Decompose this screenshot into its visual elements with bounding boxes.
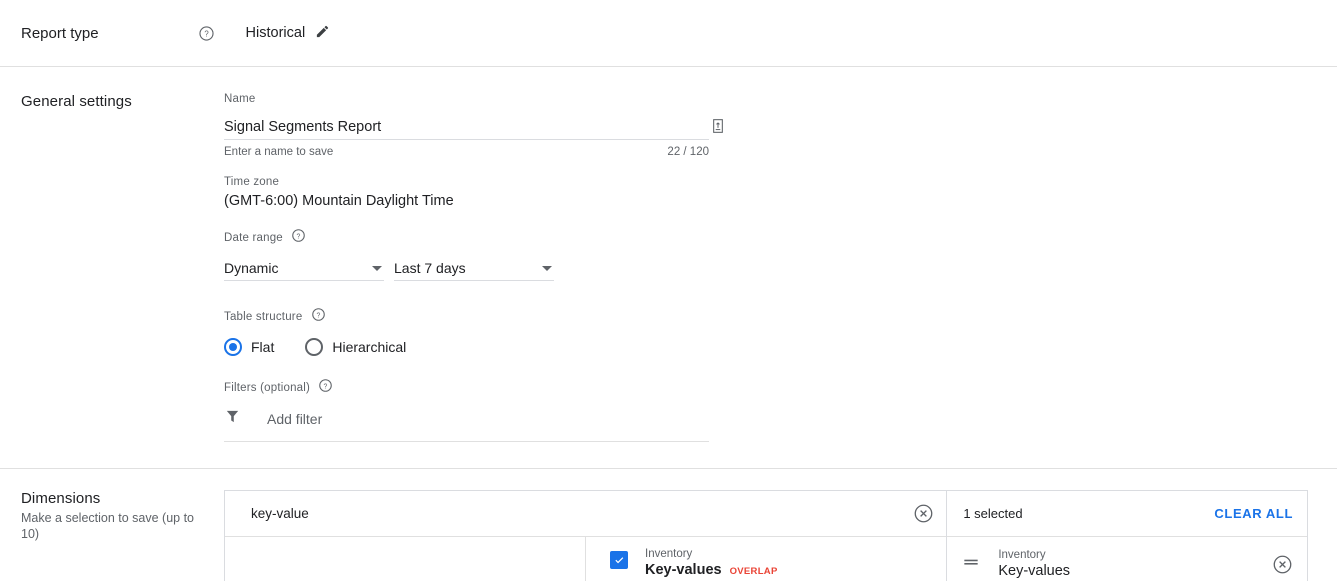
report-type-value-group: Historical bbox=[246, 24, 331, 43]
svg-text:?: ? bbox=[324, 383, 328, 390]
pencil-icon[interactable] bbox=[315, 24, 330, 43]
status-badge: OVERLAP bbox=[730, 566, 778, 577]
save-report-icon[interactable] bbox=[707, 115, 729, 137]
radio-indicator-flat bbox=[224, 338, 242, 356]
dimensions-search-row bbox=[225, 491, 946, 537]
dimensions-heading-col: Dimensions Make a selection to save (up … bbox=[0, 490, 224, 581]
general-settings-section: General settings Name Enter a name to sa… bbox=[0, 67, 1337, 442]
remove-circle-icon[interactable] bbox=[1272, 554, 1293, 575]
radio-option-flat[interactable]: Flat bbox=[224, 338, 274, 356]
list-item-name-row: Key-values OVERLAP bbox=[645, 561, 778, 580]
date-range-period-select[interactable]: Last 7 days bbox=[394, 256, 554, 281]
dimensions-section: Dimensions Make a selection to save (up … bbox=[0, 469, 1337, 581]
help-circle-icon[interactable]: ? bbox=[291, 228, 306, 246]
selected-item-row[interactable]: Inventory Key-values bbox=[947, 537, 1307, 581]
report-type-row: Report type ? Historical bbox=[0, 0, 1337, 66]
radio-option-hierarchical[interactable]: Hierarchical bbox=[305, 338, 406, 356]
dimensions-selected-pane: 1 selected CLEAR ALL Inventory Key-value… bbox=[946, 491, 1307, 581]
general-settings-heading-col: General settings bbox=[0, 93, 224, 442]
clear-all-button[interactable]: CLEAR ALL bbox=[1214, 506, 1293, 521]
dimensions-title: Dimensions bbox=[21, 490, 224, 507]
selected-item-name: Key-values bbox=[998, 562, 1272, 581]
clear-circle-icon[interactable] bbox=[913, 503, 934, 524]
dimensions-picker-panel: Inventory Key-values OVERLAP 1 selected bbox=[224, 490, 1308, 581]
funnel-icon bbox=[224, 408, 241, 430]
help-circle-icon[interactable]: ? bbox=[198, 25, 215, 42]
general-settings-title: General settings bbox=[21, 93, 224, 110]
report-type-label: Report type bbox=[21, 25, 99, 42]
time-zone-label: Time zone bbox=[224, 176, 714, 188]
filters-label: Filters (optional) bbox=[224, 382, 310, 394]
date-range-type-select[interactable]: Dynamic bbox=[224, 256, 384, 281]
name-label: Name bbox=[224, 93, 714, 105]
report-builder-page: Report type ? Historical General setting… bbox=[0, 0, 1337, 581]
selected-item-text: Inventory Key-values bbox=[998, 548, 1272, 581]
drag-handle-icon[interactable] bbox=[961, 552, 981, 577]
add-filter-label: Add filter bbox=[267, 411, 322, 427]
table-structure-label: Table structure bbox=[224, 311, 302, 323]
dimensions-browse-pane: Inventory Key-values OVERLAP bbox=[225, 491, 946, 581]
dimensions-category-column[interactable] bbox=[225, 537, 586, 581]
table-structure-label-row: Table structure ? bbox=[224, 307, 714, 325]
list-item-text: Inventory Key-values OVERLAP bbox=[645, 547, 778, 580]
general-settings-fields: Name Enter a name to save 22 / 120 Time … bbox=[224, 93, 714, 442]
selected-header: 1 selected CLEAR ALL bbox=[947, 491, 1307, 537]
chevron-down-icon bbox=[542, 266, 552, 271]
selected-count: 1 selected bbox=[963, 506, 1022, 521]
radio-label-hierarchical: Hierarchical bbox=[332, 339, 406, 355]
time-zone-value[interactable]: (GMT-6:00) Mountain Daylight Time bbox=[224, 193, 714, 209]
table-structure-radio-group: Flat Hierarchical bbox=[224, 338, 714, 356]
radio-indicator-hierarchical bbox=[305, 338, 323, 356]
dimensions-results-column: Inventory Key-values OVERLAP bbox=[586, 537, 946, 581]
name-helper-text: Enter a name to save bbox=[224, 146, 333, 158]
add-filter-row[interactable]: Add filter bbox=[224, 408, 709, 442]
dimensions-columns: Inventory Key-values OVERLAP bbox=[225, 537, 946, 581]
name-input[interactable] bbox=[224, 119, 654, 139]
name-char-counter: 22 / 120 bbox=[667, 146, 709, 158]
date-range-label: Date range bbox=[224, 232, 283, 244]
chevron-down-icon bbox=[372, 266, 382, 271]
radio-label-flat: Flat bbox=[251, 339, 274, 355]
name-field-wrap bbox=[224, 112, 709, 140]
checkbox-key-values[interactable] bbox=[610, 551, 628, 569]
date-range-label-row: Date range ? bbox=[224, 228, 714, 246]
name-helper-row: Enter a name to save 22 / 120 bbox=[224, 146, 709, 158]
svg-text:?: ? bbox=[316, 312, 320, 319]
svg-text:?: ? bbox=[297, 233, 301, 240]
list-item[interactable]: Inventory Key-values OVERLAP bbox=[586, 537, 946, 580]
help-circle-icon[interactable]: ? bbox=[318, 378, 333, 396]
svg-text:?: ? bbox=[204, 29, 209, 38]
help-circle-icon[interactable]: ? bbox=[311, 307, 326, 325]
report-type-value: Historical bbox=[246, 25, 306, 41]
date-range-controls: Dynamic Last 7 days bbox=[224, 256, 714, 281]
dimensions-subtitle: Make a selection to save (up to 10) bbox=[21, 510, 206, 542]
list-item-category: Inventory bbox=[645, 547, 778, 561]
filters-label-row: Filters (optional) ? bbox=[224, 378, 714, 396]
search-input[interactable] bbox=[249, 505, 913, 522]
date-range-type-value: Dynamic bbox=[224, 260, 278, 276]
selected-item-category: Inventory bbox=[998, 548, 1272, 562]
date-range-period-value: Last 7 days bbox=[394, 260, 466, 276]
list-item-name: Key-values bbox=[645, 561, 722, 580]
